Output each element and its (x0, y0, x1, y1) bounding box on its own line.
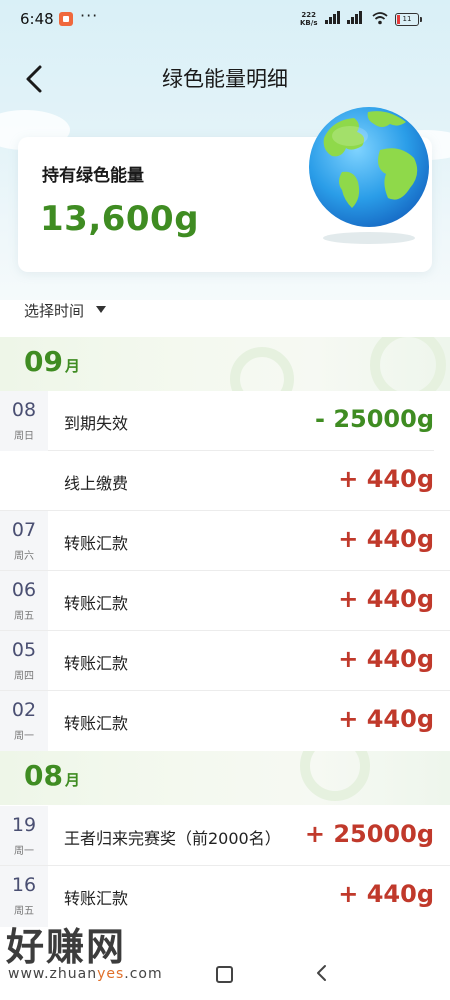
wifi-icon (372, 12, 388, 25)
network-speed-unit: KB/s (300, 19, 318, 27)
record-row[interactable]: 07 周六 转账汇款 + 440g (0, 511, 450, 572)
record-day: 07 (11, 519, 37, 541)
record-amount: + 440g (338, 465, 434, 493)
record-row[interactable]: 05 周四 转账汇款 + 440g (0, 631, 450, 692)
watermark-url-highlight: yes (97, 966, 125, 982)
ring-decoration (300, 751, 370, 801)
status-time: 6:48 (20, 10, 54, 28)
record-label: 转账汇款 (64, 889, 129, 908)
month-number: 08 (24, 759, 63, 792)
signal-icon (347, 11, 362, 24)
record-weekday: 周五 (14, 611, 34, 622)
record-amount: + 440g (338, 585, 434, 613)
network-speed-value: 222 (301, 11, 317, 19)
signal-icon (325, 11, 340, 24)
month-header-08: 08 月 (0, 751, 450, 805)
record-weekday: 周五 (14, 906, 34, 917)
record-label: 转账汇款 (64, 534, 129, 553)
record-amount: + 440g (338, 525, 434, 553)
battery-icon: 11 (395, 13, 422, 26)
record-amount: + 25000g (304, 820, 434, 848)
record-row[interactable]: 06 周五 转账汇款 + 440g (0, 571, 450, 632)
month-label: 09 月 (24, 345, 80, 378)
month-label: 08 月 (24, 759, 80, 792)
watermark-url: www.zhuanyes.com (8, 966, 163, 982)
record-day: 06 (11, 579, 37, 601)
record-weekday: 周一 (14, 846, 34, 857)
record-label: 到期失效 (64, 414, 129, 433)
record-label: 王者归来完赛奖（前2000名） (64, 829, 281, 848)
record-weekday: 周一 (14, 731, 34, 742)
record-amount: + 440g (338, 880, 434, 908)
record-row[interactable]: 线上缴费 + 440g (0, 451, 450, 511)
record-weekday: 周六 (14, 551, 34, 562)
month-number: 09 (24, 345, 63, 378)
record-day: 16 (11, 874, 37, 896)
month-unit: 月 (64, 357, 80, 375)
record-row[interactable]: 08 周日 到期失效 - 25000g (0, 391, 450, 512)
record-amount: - 25000g (315, 405, 434, 433)
record-weekday: 周四 (14, 671, 34, 682)
month-header-09: 09 月 (0, 337, 450, 391)
ring-decoration (230, 347, 294, 391)
record-day: 08 (11, 399, 37, 421)
record-day: 19 (11, 814, 37, 836)
record-weekday: 周日 (14, 431, 34, 442)
nav-back-icon[interactable] (314, 964, 328, 982)
watermark-url-suffix: .com (124, 966, 163, 982)
balance-label: 持有绿色能量 (42, 166, 144, 186)
record-row[interactable]: 02 周一 转账汇款 + 440g (0, 691, 450, 752)
record-label: 线上缴费 (64, 474, 129, 493)
balance-value: 13,600g (40, 199, 200, 239)
record-day: 02 (11, 699, 37, 721)
more-notifications-icon: ··· (80, 6, 99, 25)
watermark-logo: 好赚网 (6, 925, 127, 969)
ring-decoration (370, 337, 446, 391)
month-unit: 月 (64, 771, 80, 789)
record-amount: + 440g (338, 705, 434, 733)
page-title: 绿色能量明细 (162, 67, 288, 91)
record-label: 转账汇款 (64, 714, 129, 733)
record-amount: + 440g (338, 645, 434, 673)
time-filter-label[interactable]: 选择时间 (24, 300, 84, 321)
record-day: 05 (11, 639, 37, 661)
status-bar: 6:48 ··· 222 KB/s 11 (0, 0, 450, 40)
watermark-url-prefix: www.zhuan (8, 966, 98, 982)
network-speed: 222 KB/s (300, 11, 317, 27)
record-row[interactable]: 19 周一 王者归来完赛奖（前2000名） + 25000g (0, 806, 450, 867)
globe-icon (309, 107, 429, 227)
app-notification-icon (59, 12, 73, 26)
caret-down-icon[interactable] (96, 306, 106, 313)
recent-apps-icon[interactable] (216, 966, 233, 983)
record-label: 转账汇款 (64, 654, 129, 673)
record-label: 转账汇款 (64, 594, 129, 613)
